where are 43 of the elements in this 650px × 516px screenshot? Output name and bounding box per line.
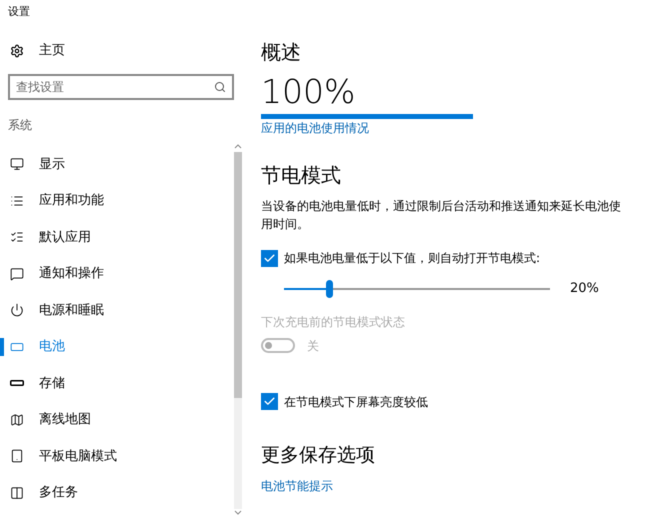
settings-icon: [10, 44, 24, 58]
monitor-icon: [10, 157, 24, 172]
slider-value: 20%: [570, 280, 599, 298]
checkbox[interactable]: [261, 393, 278, 410]
usage-link[interactable]: 应用的电池使用情况: [261, 119, 369, 137]
checkbox[interactable]: [261, 250, 278, 266]
map-icon: [10, 412, 24, 427]
nav-item[interactable]: 多任务: [0, 474, 228, 511]
slider-thumb[interactable]: [326, 280, 334, 298]
threshold-slider[interactable]: [284, 280, 550, 298]
toggle-label: 下次充电前的节电模式状态: [261, 314, 406, 330]
power-icon: [10, 303, 24, 318]
nav-item[interactable]: 平板电脑模式: [0, 438, 228, 474]
nav-item[interactable]: 电源和睡眠: [0, 292, 228, 328]
section-label: 系统: [7, 117, 33, 134]
description: 当设备的电池电量低时，通过限制后台活动和推送通知来延长电池使用时间。: [261, 198, 622, 233]
windows-icon: [10, 486, 24, 500]
nav-item[interactable]: 存储: [0, 365, 228, 402]
scrollbar[interactable]: [232, 143, 244, 516]
toggle-state: 关: [307, 338, 319, 354]
section-heading: 更多保存选项: [261, 442, 376, 468]
list-icon: [10, 230, 24, 244]
nav-item[interactable]: 通知和操作: [0, 256, 228, 292]
section-heading: 节电模式: [261, 162, 342, 189]
window-title: 设置: [7, 4, 31, 20]
tips-link[interactable]: 电池节能提示: [261, 476, 333, 494]
nav-item[interactable]: 离线地图: [0, 402, 228, 438]
search-icon: [214, 81, 226, 93]
search-field[interactable]: 查找设置: [8, 74, 234, 100]
tablet-icon: [10, 449, 24, 464]
nav-item[interactable]: 应用和功能: [0, 182, 228, 219]
checkbox-label: 在节电模式下屏幕亮度较低: [284, 394, 428, 410]
nav-item[interactable]: 电池: [0, 328, 228, 365]
checkbox-label: 如果电池电量低于以下值，则自动打开节电模式:: [284, 250, 540, 267]
home-link[interactable]: 主页: [39, 41, 65, 61]
battery-percent: 100%: [261, 72, 356, 112]
nav-item[interactable]: 默认应用: [0, 219, 228, 256]
check-icon: [263, 395, 276, 408]
check-icon: [263, 252, 276, 264]
nav-item[interactable]: 显示: [0, 146, 228, 182]
drive-icon: [10, 380, 24, 386]
section-heading: 概述: [261, 39, 302, 66]
message-icon: [10, 266, 24, 281]
